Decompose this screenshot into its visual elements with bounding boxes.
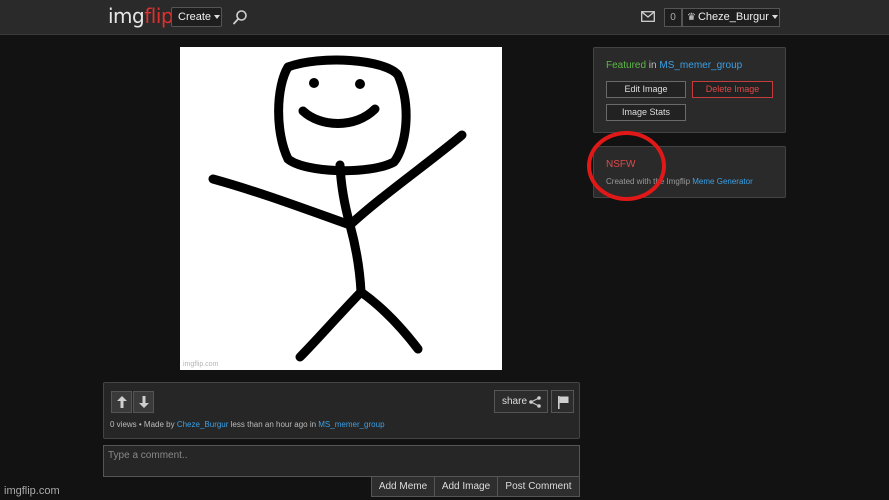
crown-icon: ♛	[687, 12, 696, 23]
meme-generator-link[interactable]: Meme Generator	[692, 177, 752, 186]
delete-image-button[interactable]: Delete Image	[692, 81, 773, 98]
create-label: Create	[178, 11, 212, 23]
search-icon[interactable]	[232, 9, 248, 25]
logo-text-img: img	[108, 4, 145, 28]
stream-link[interactable]: MS_memer_group	[659, 60, 742, 71]
share-label: share	[502, 396, 528, 407]
author-link[interactable]: Cheze_Burgur	[177, 420, 229, 429]
add-meme-button[interactable]: Add Meme	[371, 476, 435, 497]
downvote-button[interactable]	[133, 391, 154, 413]
meme-watermark: imgflip.com	[183, 361, 219, 368]
comment-input[interactable]	[103, 445, 580, 477]
image-stats-button[interactable]: Image Stats	[606, 104, 686, 121]
chevron-down-icon	[771, 15, 778, 20]
top-navbar: imgflip Create 0 ♛ Cheze_Burgur	[0, 0, 889, 35]
post-comment-button[interactable]: Post Comment	[497, 476, 580, 497]
featured-label: Featured	[606, 60, 647, 71]
meme-stats-line: 0 views • Made by Cheze_Burgur less than…	[110, 420, 385, 429]
meme-image[interactable]	[180, 47, 502, 370]
notification-count[interactable]: 0	[664, 8, 682, 27]
site-watermark: imgflip.com	[4, 485, 60, 497]
mail-icon[interactable]	[641, 11, 655, 22]
stream-link-bottom[interactable]: MS_memer_group	[318, 420, 384, 429]
upvote-button[interactable]	[111, 391, 132, 413]
user-menu-button[interactable]: ♛ Cheze_Burgur	[682, 8, 780, 27]
annotation-circle	[587, 131, 666, 201]
create-dropdown-button[interactable]: Create	[171, 7, 222, 27]
arrow-down-icon	[138, 396, 149, 408]
flag-icon	[558, 396, 569, 409]
flag-button[interactable]	[551, 390, 574, 413]
image-actions-panel: Featured in MS_memer_group Edit Image De…	[593, 47, 786, 133]
share-button[interactable]: share	[494, 390, 548, 413]
chevron-down-icon	[214, 15, 221, 20]
views-and-made-by: 0 views • Made by	[110, 420, 177, 429]
edit-image-button[interactable]: Edit Image	[606, 81, 686, 98]
add-image-button[interactable]: Add Image	[434, 476, 498, 497]
stick-figure-drawing	[208, 55, 467, 362]
imgflip-logo[interactable]: imgflip	[108, 4, 174, 28]
share-icon	[529, 396, 541, 408]
meme-info-panel: share 0 views • Made by Cheze_Burgur les…	[103, 382, 580, 439]
username-label: Cheze_Burgur	[697, 11, 769, 23]
arrow-up-icon	[116, 396, 127, 408]
time-text: less than an hour ago in	[228, 420, 319, 429]
featured-in-text: in	[646, 60, 660, 71]
logo-text-flip: flip	[144, 4, 174, 28]
featured-line: Featured in MS_memer_group	[606, 60, 742, 71]
